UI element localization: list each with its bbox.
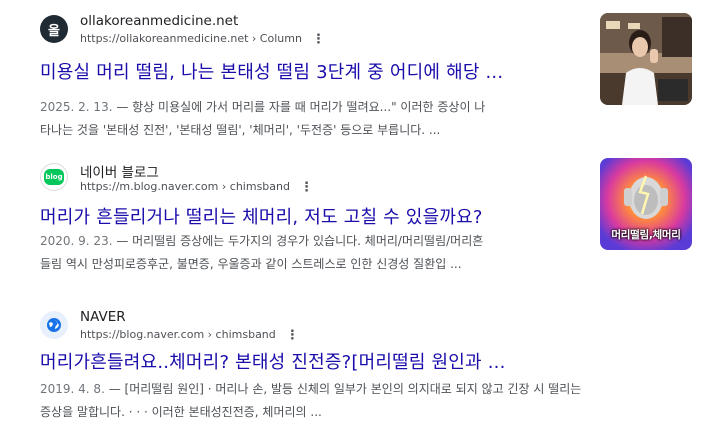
- search-result-3: NAVER https://blog.naver.com › chimsband…: [40, 308, 700, 419]
- result-date: 2019. 4. 8.: [40, 382, 105, 396]
- ollakoreanmedicine-favicon-icon: 올: [40, 15, 68, 43]
- result-snippet: 2025. 2. 13. — 항상 미용실에 가서 머리를 자를 때 머리가 떨…: [40, 100, 486, 137]
- site-name: ollakoreanmedicine.net: [80, 13, 239, 29]
- more-options-icon[interactable]: ⋮: [300, 180, 313, 195]
- result-snippet: 2020. 9. 23. — 머리떨림 증상에는 두가지의 경우가 있습니다. …: [40, 234, 484, 271]
- more-options-icon[interactable]: ⋮: [286, 328, 299, 343]
- globe-icon: [40, 311, 68, 339]
- result-title-link[interactable]: 머리가 흔들리거나 떨리는 체머리, 저도 고칠 수 있을까요?: [40, 203, 483, 229]
- woman-at-salon-photo: [600, 13, 692, 105]
- result-date: 2025. 2. 13.: [40, 100, 113, 114]
- result-thumbnail-2[interactable]: 머리떨림,체머리: [600, 158, 692, 250]
- result-snippet: 2019. 4. 8. — [머리떨림 원인] · 머리나 손, 발등 신체의 …: [40, 382, 582, 419]
- naver-blog-favicon-icon: blog: [40, 163, 68, 191]
- result-title-link[interactable]: 미용실 머리 떨림, 나는 본태성 떨림 3단계 중 어디에 해당 ...: [40, 58, 503, 84]
- result-thumbnail-1[interactable]: [600, 13, 692, 105]
- result-title-link[interactable]: 머리가흔들려요..체머리? 본태성 진전증?[머리떨림 원인과 ...: [40, 348, 506, 374]
- site-url: https://blog.naver.com › chimsband ⋮: [80, 328, 299, 343]
- site-url: https://ollakoreanmedicine.net › Column ⋮: [80, 32, 325, 47]
- site-name: NAVER: [80, 309, 126, 325]
- result-date: 2020. 9. 23.: [40, 234, 113, 248]
- site-info[interactable]: NAVER https://blog.naver.com › chimsband…: [40, 308, 700, 344]
- thumbnail-caption: 머리떨림,체머리: [611, 229, 681, 241]
- site-name: 네이버 블로그: [80, 165, 159, 181]
- site-url: https://m.blog.naver.com › chimsband ⋮: [80, 180, 313, 195]
- more-options-icon[interactable]: ⋮: [312, 32, 325, 47]
